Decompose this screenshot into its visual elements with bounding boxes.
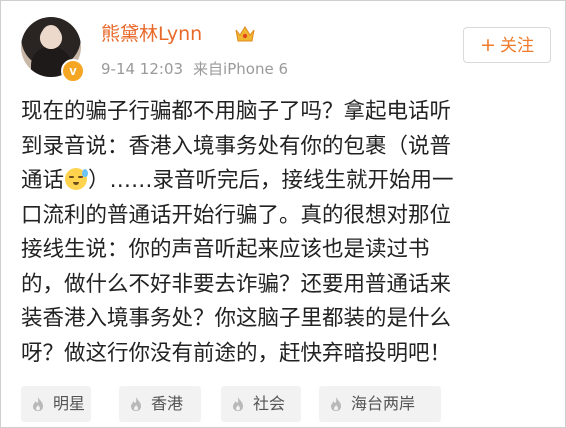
avatar-face	[41, 25, 61, 49]
post-line: 装香港入境事务处？你这脑子里都装的是什么	[21, 306, 452, 331]
post-line: 呀？做这行你没有前途的，赶快弃暗投明吧！	[21, 340, 452, 366]
fire-icon	[131, 397, 141, 411]
weibo-post-card: v 熊黛林Lynn 9-14 12:03 来自iPhone 6 + 关注 现在的骗子…	[0, 0, 566, 428]
fire-icon	[233, 397, 243, 411]
fire-icon	[331, 397, 341, 411]
tag-label: 社会	[253, 394, 286, 413]
post-line-part: ）……录音听完后，接线生就开始用一	[88, 168, 454, 193]
tag-cross-strait[interactable]: 海台两岸	[319, 386, 441, 422]
follow-button[interactable]: + 关注	[463, 27, 551, 63]
post-content: 现在的骗子行骗都不用脑子了吗？拿起电话听 到录音说：香港入境事务处有你的包裹（说…	[21, 95, 551, 371]
crying-emoji-icon	[65, 168, 89, 190]
post-line: 通话 ）……录音听完后，接线生就开始用一	[21, 164, 551, 199]
post-time[interactable]: 9-14 12:03	[101, 60, 183, 78]
post-line: 到录音说：香港入境事务处有你的包裹（说普	[21, 133, 452, 159]
tag-star[interactable]: 明星	[21, 386, 91, 422]
post-source: 来自iPhone 6	[193, 60, 288, 78]
tag-label: 海台两岸	[351, 394, 416, 413]
tag-hongkong[interactable]: 香港	[119, 386, 201, 422]
username[interactable]: 熊黛林Lynn	[101, 20, 202, 48]
post-meta: 9-14 12:03 来自iPhone 6	[101, 59, 288, 79]
fire-icon	[33, 397, 43, 411]
follow-label: 关注	[499, 36, 534, 56]
tag-society[interactable]: 社会	[221, 386, 301, 422]
plus-icon: +	[480, 34, 496, 56]
post-line: 口流利的普通话开始行骗了。真的很想对那位	[21, 202, 452, 228]
tag-label: 香港	[151, 394, 184, 413]
crown-icon	[235, 26, 255, 42]
tag-label: 明星	[53, 394, 86, 413]
post-line: 现在的骗子行骗都不用脑子了吗？拿起电话听	[21, 99, 452, 124]
post-line: 接线生说：你的声音听起来应该也是读过书	[21, 237, 430, 262]
verified-badge-icon: v	[61, 59, 85, 83]
post-line: 的，做什么不好非要去诈骗？还要用普通话来	[21, 271, 452, 297]
post-line-part: 通话	[21, 168, 65, 193]
